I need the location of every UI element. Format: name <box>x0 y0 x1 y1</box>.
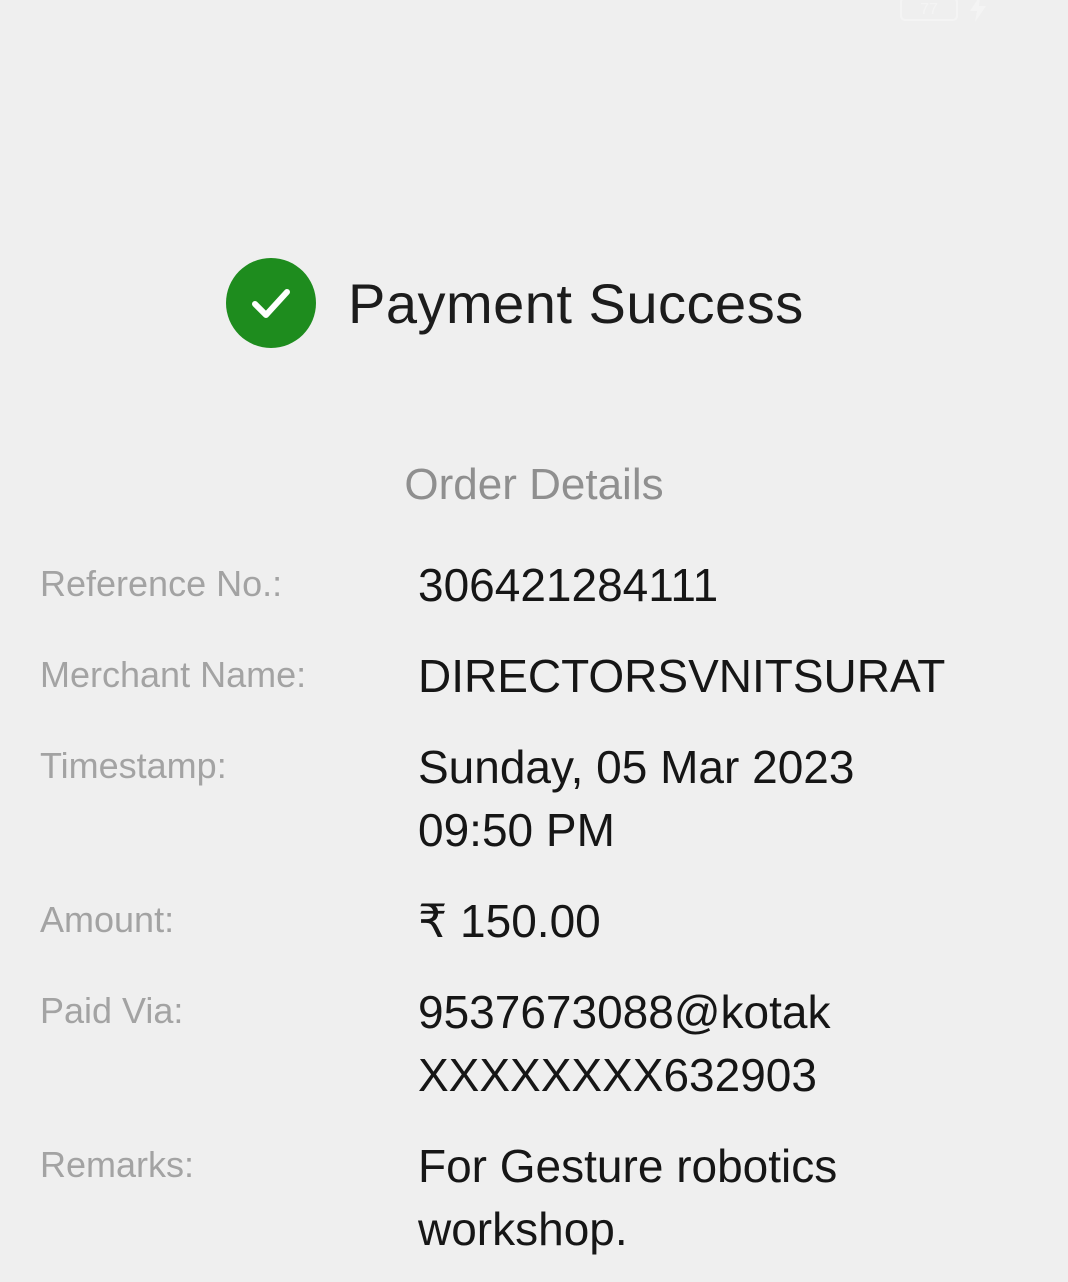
timestamp-value: Sunday, 05 Mar 2023 09:50 PM <box>418 741 855 856</box>
check-circle-icon <box>226 258 316 348</box>
merchant-label: Merchant Name: <box>40 654 307 695</box>
amount-label: Amount: <box>40 899 175 940</box>
order-details-heading: Order Details <box>404 460 664 509</box>
payment-status-header: Payment Success <box>226 258 804 348</box>
detail-row-merchant: Merchant Name: DIRECTORSVNITSURAT <box>0 647 1068 708</box>
paid-via-label: Paid Via: <box>40 990 184 1031</box>
paid-via-value: 9537673088@kotak XXXXXXXX632903 <box>418 986 831 1101</box>
reference-value: 306421284111 <box>418 559 719 611</box>
detail-row-amount: Amount: ₹ 150.00 <box>0 892 1068 953</box>
bolt-icon <box>970 0 986 22</box>
detail-row-reference: Reference No.: 306421284111 <box>0 556 1068 617</box>
detail-row-paid-via: Paid Via: 9537673088@kotak XXXXXXXX63290… <box>0 983 1068 1107</box>
payment-receipt-screen: 77 Payment Success Order Details Referen… <box>0 0 1068 1282</box>
reference-label: Reference No.: <box>40 563 283 604</box>
remarks-label: Remarks: <box>40 1144 195 1185</box>
page-title: Payment Success <box>348 271 804 335</box>
status-bar: 77 <box>900 0 988 22</box>
detail-row-timestamp: Timestamp: Sunday, 05 Mar 2023 09:50 PM <box>0 738 1068 862</box>
remarks-value: For Gesture robotics workshop. <box>418 1140 838 1255</box>
detail-row-remarks: Remarks: For Gesture robotics workshop. <box>0 1137 1068 1261</box>
merchant-value: DIRECTORSVNITSURAT <box>418 650 946 702</box>
amount-value: ₹ 150.00 <box>418 895 601 947</box>
order-details-list: Reference No.: 306421284111 Merchant Nam… <box>0 556 1068 1282</box>
checkmark-icon <box>252 289 290 318</box>
battery-indicator: 77 <box>900 0 958 21</box>
timestamp-label: Timestamp: <box>40 745 227 786</box>
